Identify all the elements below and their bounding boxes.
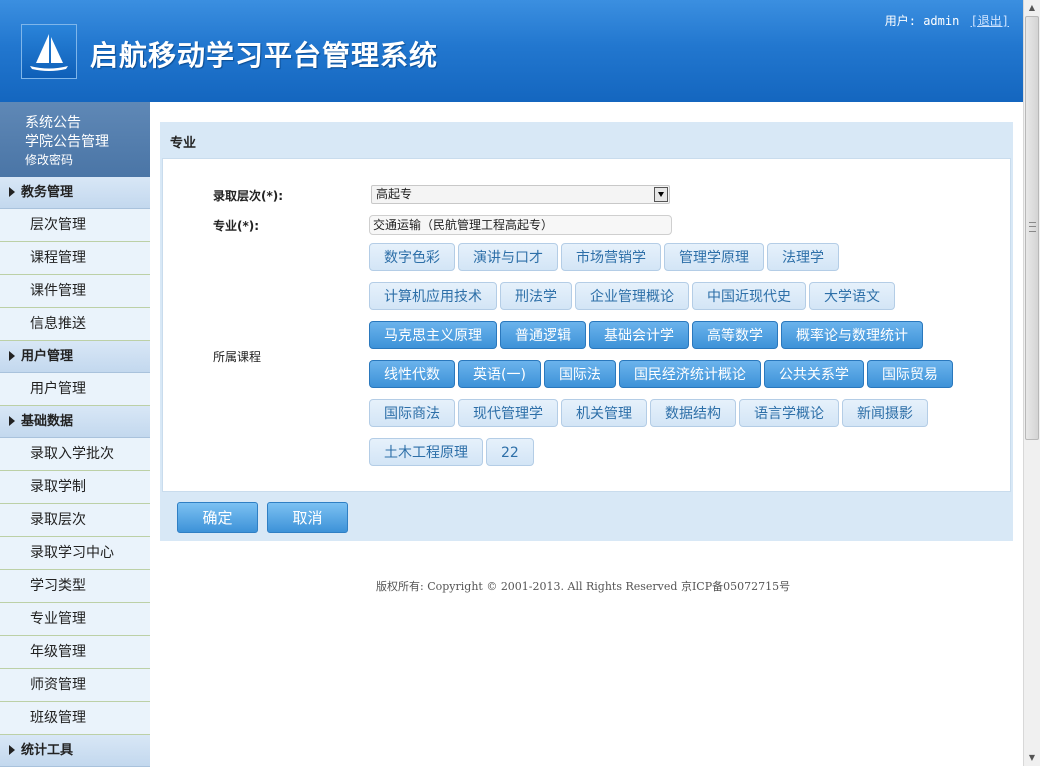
course-chip[interactable]: 刑法学 [500,282,572,310]
scroll-down-arrow-icon[interactable]: ▼ [1024,750,1040,766]
course-chip-list: 数字色彩 演讲与口才 市场营销学 管理学原理 法理学 计算机应用技术 刑法学 企业管理概论 中国… [369,243,989,477]
course-chip[interactable]: 普通逻辑 [500,321,586,349]
sidebar-item[interactable]: 录取学习中心 [0,537,150,570]
sidebar-item[interactable]: 用户管理 [0,373,150,406]
sidebar-nav: 教务管理 层次管理 课程管理 课件管理 信息推送 用户管理 用户管理 基础数据 录取入学批次 录取… [0,177,150,767]
course-chip[interactable]: 国际商法 [369,399,455,427]
course-chip[interactable]: 概率论与数理统计 [781,321,923,349]
level-label: 录取层次(*): [213,189,284,203]
course-chip[interactable]: 国民经济统计概论 [618,360,761,388]
sidebar-group-header[interactable]: 用户管理 [0,341,150,373]
sidebar-link-change-password[interactable]: 修改密码 [25,152,150,168]
sidebar-group-label: 基础数据 [21,414,74,429]
sidebar-quick-links: 系统公告 学院公告管理 修改密码 [0,102,150,177]
page-scrollbar[interactable]: ▲ ▼ [1023,0,1040,766]
course-chip[interactable]: 语言学概论 [739,399,839,427]
major-field[interactable]: 交通运输（民航管理工程高起专） [369,215,672,235]
sidebar-group-label: 统计工具 [21,743,74,758]
course-row: 数字色彩 演讲与口才 市场营销学 管理学原理 法理学 [369,243,989,282]
course-chip[interactable]: 英语(一) [458,360,541,388]
sidebar-item[interactable]: 学习类型 [0,570,150,603]
sidebar-item[interactable]: 年级管理 [0,636,150,669]
course-chip[interactable]: 新闻摄影 [842,399,928,427]
sidebar-item[interactable]: 录取学制 [0,471,150,504]
course-chip[interactable]: 中国近现代史 [692,282,806,310]
course-chip[interactable]: 数字色彩 [369,243,455,271]
user-label: 用户: [884,14,916,28]
course-chip[interactable]: 国际贸易 [866,360,953,388]
course-row: 线性代数 英语(一) 国际法 国民经济统计概论 公共关系学 国际贸易 [369,360,989,399]
sidebar-group-label: 教务管理 [21,185,74,200]
course-chip[interactable]: 法理学 [767,243,839,271]
course-chip[interactable]: 计算机应用技术 [369,282,497,310]
sidebar-group-label: 用户管理 [21,349,74,364]
course-chip[interactable]: 基础会计学 [589,321,689,349]
sailboat-logo-icon [21,24,77,79]
copyright-footer: 版权所有: Copyright © 2001-2013. All Rights … [376,580,791,593]
confirm-button[interactable]: 确定 [177,502,258,533]
course-chip[interactable]: 高等数学 [692,321,778,349]
expand-triangle-icon [9,351,15,361]
course-chip[interactable]: 市场营销学 [561,243,661,271]
logout-link[interactable]: [退出] [971,14,1009,28]
edit-major-panel: 专业 录取层次(*): 高起专 专业(*): 交通运输（民航管理工程高起专） 所… [160,122,1013,541]
expand-triangle-icon [9,745,15,755]
sidebar-group-header[interactable]: 教务管理 [0,177,150,209]
app-title: 启航移动学习平台管理系统 [90,39,439,72]
course-chip[interactable]: 线性代数 [369,360,455,388]
cancel-button[interactable]: 取消 [267,502,348,533]
course-chip[interactable]: 企业管理概论 [575,282,689,310]
sidebar-group-header[interactable]: 基础数据 [0,406,150,438]
course-chip[interactable]: 演讲与口才 [458,243,558,271]
sidebar-item[interactable]: 课程管理 [0,242,150,275]
scroll-up-arrow-icon[interactable]: ▲ [1024,0,1040,16]
courses-label: 所属课程 [213,350,262,364]
sidebar-item[interactable]: 课件管理 [0,275,150,308]
course-chip[interactable]: 国际法 [543,360,616,388]
username: admin [923,14,960,28]
course-chip[interactable]: 数据结构 [650,399,736,427]
course-row: 马克思主义原理 普通逻辑 基础会计学 高等数学 概率论与数理统计 [369,321,989,360]
sidebar-item[interactable]: 师资管理 [0,669,150,702]
sidebar-item[interactable]: 层次管理 [0,209,150,242]
sidebar-link-system-notice[interactable]: 系统公告 [25,114,150,133]
course-row: 土木工程原理 22 [369,438,989,477]
course-row: 国际商法 现代管理学 机关管理 数据结构 语言学概论 新闻摄影 [369,399,989,438]
sidebar-item[interactable]: 班级管理 [0,702,150,735]
course-chip[interactable]: 大学语文 [809,282,895,310]
course-chip[interactable]: 公共关系学 [763,360,864,388]
course-chip[interactable]: 土木工程原理 [369,438,483,466]
expand-triangle-icon [9,416,15,426]
sidebar: 系统公告 学院公告管理 修改密码 教务管理层次管理 课程管理 课件管理 信息推送用户管… [0,102,150,767]
course-chip[interactable]: 现代管理学 [458,399,558,427]
sidebar-item[interactable]: 信息推送 [0,308,150,341]
sidebar-item[interactable]: 专业管理 [0,603,150,636]
course-row: 计算机应用技术 刑法学 企业管理概论 中国近现代史 大学语文 [369,282,989,321]
sidebar-group-header[interactable]: 统计工具 [0,735,150,767]
level-select[interactable]: 高起专 [371,185,670,204]
course-chip[interactable]: 马克思主义原理 [369,321,497,349]
user-info: 用户: admin [退出] [885,12,1009,29]
scroll-thumb[interactable] [1025,16,1039,440]
course-chip[interactable]: 机关管理 [561,399,647,427]
dropdown-arrow-icon[interactable] [654,187,668,202]
course-chip[interactable]: 22 [486,438,534,466]
panel-title: 专业 [170,136,197,151]
course-chip[interactable]: 管理学原理 [664,243,764,271]
sidebar-link-college-notice[interactable]: 学院公告管理 [25,133,150,152]
form-body: 录取层次(*): 高起专 专业(*): 交通运输（民航管理工程高起专） 所属课程… [162,158,1011,492]
level-select-value: 高起专 [376,187,413,201]
sidebar-item[interactable]: 录取入学批次 [0,438,150,471]
sidebar-item[interactable]: 录取层次 [0,504,150,537]
major-label: 专业(*): [213,219,260,233]
expand-triangle-icon [9,187,15,197]
app-header: 启航移动学习平台管理系统 用户: admin [退出] [0,0,1023,102]
